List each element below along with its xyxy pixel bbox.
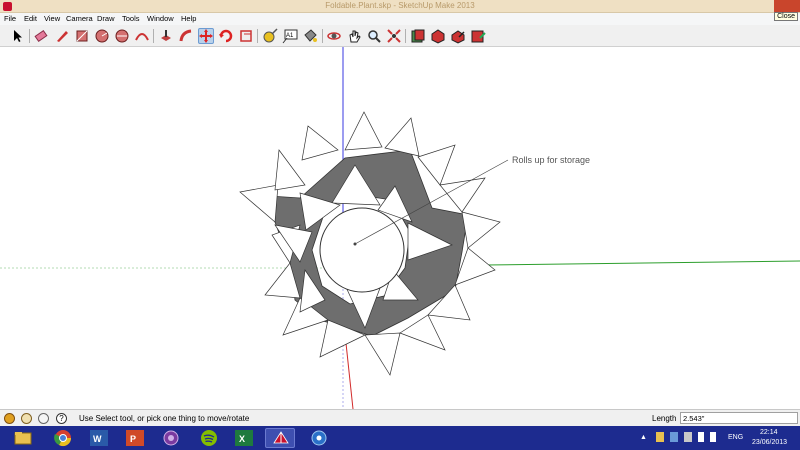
menu-file[interactable]: File (4, 14, 16, 23)
help-icon[interactable]: ? (56, 413, 67, 424)
circle-icon[interactable] (94, 28, 110, 44)
chrome-icon[interactable] (48, 428, 78, 448)
menu-help[interactable]: Help (181, 14, 196, 23)
drawing-viewport[interactable]: Rolls up for storage (0, 47, 800, 409)
powerpoint-icon[interactable]: P (120, 428, 150, 448)
toolbar-divider (29, 29, 30, 43)
sketchup-taskbar-icon[interactable] (265, 428, 295, 448)
menu-window[interactable]: Window (147, 14, 174, 23)
tray-app-icon[interactable] (656, 432, 664, 442)
menu-edit[interactable]: Edit (24, 14, 37, 23)
push-pull-icon[interactable] (158, 28, 174, 44)
spotify-icon[interactable] (194, 428, 224, 448)
action-center-icon[interactable] (670, 432, 678, 442)
paint-bucket-icon[interactable] (302, 28, 318, 44)
offset-icon[interactable] (238, 28, 254, 44)
rectangle-icon[interactable] (74, 28, 90, 44)
toolbar-divider (405, 29, 406, 43)
media-app-icon[interactable] (304, 428, 334, 448)
text-icon[interactable]: A1 (282, 28, 298, 44)
svg-text:A1: A1 (286, 33, 294, 39)
maximize-button[interactable] (756, 0, 774, 12)
select-arrow-icon[interactable] (9, 28, 25, 44)
eraser-icon[interactable] (33, 28, 49, 44)
rotate-icon[interactable] (218, 28, 234, 44)
windows-taskbar: W P X ▲ ENG 22:14 23/06/2013 (0, 426, 800, 450)
svg-text:X: X (239, 434, 245, 444)
power-icon[interactable] (684, 432, 692, 442)
toolbar-divider (322, 29, 323, 43)
network-icon[interactable] (698, 432, 704, 442)
zoom-extents-icon[interactable] (386, 28, 402, 44)
window-title: Foldable.Plant.skp - SketchUp Make 2013 (325, 1, 475, 10)
model-canvas[interactable] (0, 47, 800, 409)
clock-date[interactable]: 23/06/2013 (752, 439, 787, 446)
main-toolbar: A1 (0, 25, 800, 47)
credits-icon[interactable] (21, 413, 32, 424)
menu-bar: File Edit View Camera Draw Tools Window … (0, 13, 800, 25)
pencil-icon[interactable] (54, 28, 70, 44)
menu-view[interactable]: View (44, 14, 60, 23)
menu-tools[interactable]: Tools (122, 14, 140, 23)
language-indicator[interactable]: ENG (728, 434, 743, 441)
follow-me-icon[interactable] (178, 28, 194, 44)
length-label: Length (652, 414, 677, 423)
tor-browser-icon[interactable] (156, 428, 186, 448)
file-explorer-icon[interactable] (8, 428, 38, 448)
clock-time[interactable]: 22:14 (760, 429, 778, 436)
green-axis (484, 260, 800, 266)
geo-location-icon[interactable] (4, 413, 15, 424)
components-icon[interactable] (410, 28, 426, 44)
share-model-icon[interactable] (450, 28, 466, 44)
status-bar: ? Use Select tool, or pick one thing to … (0, 409, 800, 426)
word-icon[interactable]: W (84, 428, 114, 448)
user-icon[interactable] (38, 413, 49, 424)
tape-measure-icon[interactable] (262, 28, 278, 44)
center-hole (319, 207, 405, 293)
polygon-icon[interactable] (114, 28, 130, 44)
zoom-icon[interactable] (366, 28, 382, 44)
svg-text:W: W (93, 434, 102, 444)
close-tooltip: Close (774, 12, 798, 21)
pan-icon[interactable] (346, 28, 362, 44)
show-hidden-icons-icon[interactable]: ▲ (640, 434, 648, 444)
toolbar-divider (257, 29, 258, 43)
menu-camera[interactable]: Camera (66, 14, 93, 23)
model-annotation[interactable]: Rolls up for storage (512, 155, 590, 165)
svg-text:P: P (130, 434, 136, 444)
share-component-icon[interactable] (470, 28, 486, 44)
get-models-icon[interactable] (430, 28, 446, 44)
volume-icon[interactable] (710, 432, 716, 442)
move-icon[interactable] (198, 28, 214, 44)
title-bar: Foldable.Plant.skp - SketchUp Make 2013 (0, 0, 800, 13)
status-hint: Use Select tool, or pick one thing to mo… (79, 414, 250, 423)
close-button[interactable] (774, 0, 800, 12)
toolbar-divider (153, 29, 154, 43)
length-input[interactable]: 2.543" (680, 412, 798, 424)
leader-dot (353, 242, 357, 246)
menu-draw[interactable]: Draw (97, 14, 115, 23)
orbit-icon[interactable] (326, 28, 342, 44)
excel-icon[interactable]: X (229, 428, 259, 448)
arc-icon[interactable] (134, 28, 150, 44)
